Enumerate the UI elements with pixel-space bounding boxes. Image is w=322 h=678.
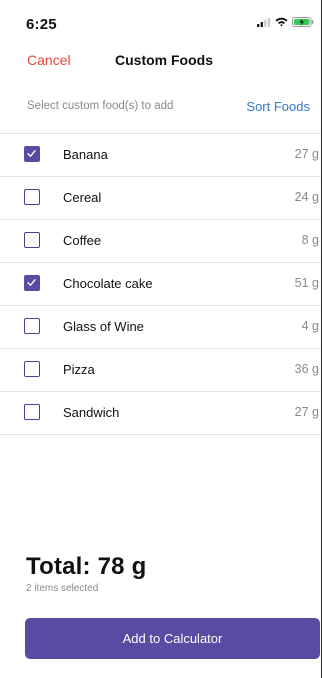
status-time: 6:25: [26, 16, 57, 33]
checkbox-unchecked[interactable]: [24, 318, 40, 334]
food-row-banana[interactable]: Banana 27 g: [0, 134, 321, 177]
food-row-pizza[interactable]: Pizza 36 g: [0, 349, 321, 392]
checkbox-checked[interactable]: [24, 275, 40, 291]
battery-icon: [292, 17, 314, 27]
food-name: Cereal: [63, 190, 102, 205]
food-amount: 27 g: [294, 405, 319, 419]
food-name: Chocolate cake: [63, 276, 153, 291]
status-bar: 6:25: [0, 0, 321, 40]
food-amount: 51 g: [294, 276, 319, 290]
total-value: Total: 78 g: [26, 553, 147, 580]
food-row-coffee[interactable]: Coffee 8 g: [0, 220, 321, 263]
status-icons: [257, 17, 314, 27]
page-title: Custom Foods: [115, 52, 213, 68]
food-name: Banana: [63, 147, 108, 162]
sort-foods-button[interactable]: Sort Foods: [246, 99, 310, 114]
food-amount: 27 g: [294, 147, 319, 161]
food-name: Glass of Wine: [63, 319, 144, 334]
checkbox-unchecked[interactable]: [24, 232, 40, 248]
food-amount: 4 g: [301, 319, 319, 333]
food-list: Banana 27 g Cereal 24 g Coffee 8 g Choco…: [0, 133, 321, 435]
food-name: Sandwich: [63, 405, 120, 420]
food-name: Coffee: [63, 233, 102, 248]
signal-icon: [257, 17, 271, 27]
checkbox-unchecked[interactable]: [24, 404, 40, 420]
food-row-sandwich[interactable]: Sandwich 27 g: [0, 392, 321, 435]
nav-bar: Cancel Custom Foods: [0, 40, 321, 80]
checkbox-unchecked[interactable]: [24, 361, 40, 377]
food-amount: 36 g: [294, 362, 319, 376]
wifi-icon: [275, 17, 288, 27]
total-summary: Total: 78 g 2 items selected: [26, 553, 146, 594]
checkbox-checked[interactable]: [24, 146, 40, 162]
checkbox-unchecked[interactable]: [24, 189, 40, 205]
food-amount: 24 g: [294, 190, 319, 204]
list-header: Select custom food(s) to add Sort Foods: [0, 88, 321, 128]
food-amount: 8 g: [301, 233, 319, 247]
checkmark-icon: [27, 279, 36, 286]
custom-foods-screen: 6:25 Cancel Custom Foods Select custom f…: [0, 0, 322, 678]
food-row-chocolate-cake[interactable]: Chocolate cake 51 g: [0, 263, 321, 306]
food-row-glass-of-wine[interactable]: Glass of Wine 4 g: [0, 306, 321, 349]
checkmark-icon: [27, 150, 36, 157]
add-to-calculator-button[interactable]: Add to Calculator: [25, 618, 320, 659]
items-selected-count: 2 items selected: [26, 583, 99, 594]
food-row-cereal[interactable]: Cereal 24 g: [0, 177, 321, 220]
food-name: Pizza: [63, 362, 95, 377]
select-hint: Select custom food(s) to add: [27, 100, 174, 112]
